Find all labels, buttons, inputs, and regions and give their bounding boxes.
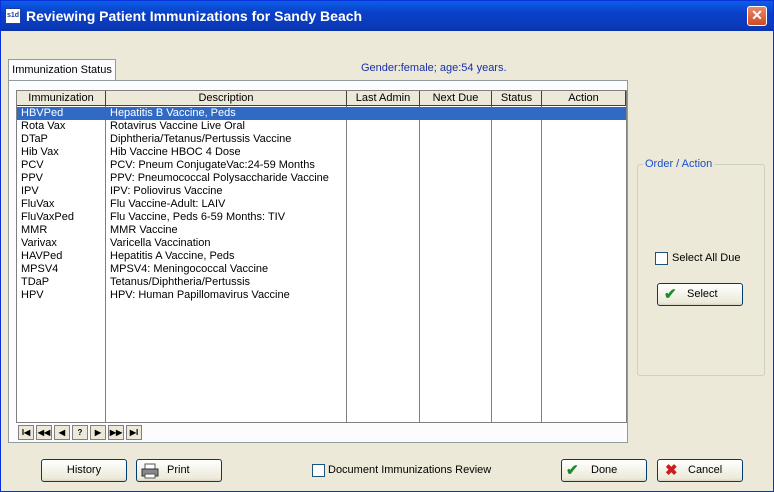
- immunization-code: Varivax: [21, 237, 57, 249]
- history-button-label: History: [66, 464, 102, 476]
- nav-prev-page-button[interactable]: ◀◀: [36, 425, 52, 440]
- immunization-code: IPV: [21, 185, 39, 197]
- table-row[interactable]: MMR MMR Vaccine: [17, 224, 626, 237]
- immunization-description: HPV: Human Papillomavirus Vaccine: [110, 289, 290, 301]
- history-button[interactable]: History: [41, 459, 127, 482]
- immunization-description: IPV: Poliovirus Vaccine: [110, 185, 223, 197]
- nav-first-button[interactable]: I◀: [18, 425, 34, 440]
- table-row[interactable]: Varivax Varicella Vaccination: [17, 237, 626, 250]
- done-button-label: Done: [591, 464, 618, 476]
- nav-next-button[interactable]: ▶: [90, 425, 106, 440]
- print-button-label: Print: [167, 464, 190, 476]
- table-row[interactable]: DTaP Diphtheria/Tetanus/Pertussis Vaccine: [17, 133, 626, 146]
- immunization-description: Flu Vaccine, Peds 6-59 Months: TIV: [110, 211, 286, 223]
- immunization-description: Tetanus/Diphtheria/Pertussis: [110, 276, 251, 288]
- order-action-group: [637, 164, 765, 376]
- cancel-button[interactable]: ✖ Cancel: [657, 459, 743, 482]
- nav-help-button[interactable]: ?: [72, 425, 88, 440]
- table-row[interactable]: TDaP Tetanus/Diphtheria/Pertussis: [17, 276, 626, 289]
- printer-icon: [141, 463, 159, 487]
- immunization-code: FluVaxPed: [21, 211, 74, 223]
- column-header-next-due[interactable]: Next Due: [420, 91, 492, 106]
- immunization-code: TDaP: [21, 276, 50, 288]
- immunization-description: Flu Vaccine-Adult: LAIV: [110, 198, 226, 210]
- immunization-code: HPV: [21, 289, 44, 301]
- immunization-description: MPSV4: Meningococcal Vaccine: [110, 263, 269, 275]
- immunization-description: PPV: Pneumococcal Polysaccharide Vaccine: [110, 172, 329, 184]
- table-row[interactable]: HPV HPV: Human Papillomavirus Vaccine: [17, 289, 626, 302]
- immunization-code: MMR: [21, 224, 48, 236]
- table-row[interactable]: IPV IPV: Poliovirus Vaccine: [17, 185, 626, 198]
- immunization-code: FluVax: [21, 198, 55, 210]
- column-header-immunization[interactable]: Immunization: [17, 91, 106, 106]
- immunization-code: Hib Vax: [21, 146, 59, 158]
- table-row[interactable]: HAVPed Hepatitis A Vaccine, Peds: [17, 250, 626, 263]
- document-review-checkbox[interactable]: [312, 464, 325, 477]
- checkmark-icon: ✔: [664, 286, 677, 303]
- close-button[interactable]: ✕: [747, 6, 767, 26]
- immunization-code: PPV: [21, 172, 44, 184]
- print-button[interactable]: Print: [136, 459, 222, 482]
- table-row[interactable]: FluVaxPed Flu Vaccine, Peds 6-59 Months: …: [17, 211, 626, 224]
- grid-navigator: I◀ ◀◀ ◀ ? ▶ ▶▶ ▶I: [16, 424, 627, 441]
- immunization-description: MMR Vaccine: [110, 224, 178, 236]
- close-icon: ✕: [751, 7, 763, 23]
- select-all-due-checkbox[interactable]: [655, 252, 668, 265]
- checkmark-icon: ✔: [566, 462, 579, 479]
- column-header-last-admin[interactable]: Last Admin: [347, 91, 420, 106]
- immunization-description: Varicella Vaccination: [110, 237, 211, 249]
- patient-info: Gender:female; age:54 years.: [361, 62, 507, 74]
- immunization-description: Hib Vaccine HBOC 4 Dose: [110, 146, 241, 158]
- select-button-label: Select: [687, 288, 718, 300]
- immunization-code: MPSV4: [21, 263, 59, 275]
- immunization-grid[interactable]: Immunization Description Last Admin Next…: [16, 90, 627, 423]
- document-review-label[interactable]: Document Immunizations Review: [328, 464, 491, 476]
- immunization-code: PCV: [21, 159, 44, 171]
- immunization-description: Diphtheria/Tetanus/Pertussis Vaccine: [110, 133, 292, 145]
- select-all-due-label[interactable]: Select All Due: [672, 252, 740, 264]
- done-button[interactable]: ✔ Done: [561, 459, 647, 482]
- nav-next-page-button[interactable]: ▶▶: [108, 425, 124, 440]
- table-row[interactable]: Hib Vax Hib Vaccine HBOC 4 Dose: [17, 146, 626, 159]
- immunization-code: Rota Vax: [21, 120, 66, 132]
- table-row[interactable]: MPSV4 MPSV4: Meningococcal Vaccine: [17, 263, 626, 276]
- immunization-description: Hepatitis B Vaccine, Peds: [110, 107, 236, 119]
- title-bar[interactable]: s1d Reviewing Patient Immunizations for …: [1, 1, 773, 31]
- window-title: Reviewing Patient Immunizations for Sand…: [26, 8, 363, 24]
- table-row[interactable]: Rota Vax Rotavirus Vaccine Live Oral: [17, 120, 626, 133]
- cancel-button-label: Cancel: [688, 464, 723, 476]
- immunization-description: Hepatitis A Vaccine, Peds: [110, 250, 235, 262]
- column-header-description[interactable]: Description: [106, 91, 347, 106]
- table-row[interactable]: PPV PPV: Pneumococcal Polysaccharide Vacc…: [17, 172, 626, 185]
- column-header-status[interactable]: Status: [492, 91, 542, 106]
- order-action-title: Order / Action: [643, 158, 715, 170]
- immunization-description: Rotavirus Vaccine Live Oral: [110, 120, 245, 132]
- select-button[interactable]: ✔ Select: [657, 283, 743, 306]
- immunization-code: DTaP: [21, 133, 48, 145]
- immunization-code: HBVPed: [21, 107, 64, 119]
- app-icon: s1d: [5, 8, 21, 24]
- x-icon: ✖: [665, 462, 678, 479]
- dialog-window: s1d Reviewing Patient Immunizations for …: [0, 0, 774, 492]
- table-row[interactable]: FluVax Flu Vaccine-Adult: LAIV: [17, 198, 626, 211]
- nav-prev-button[interactable]: ◀: [54, 425, 70, 440]
- column-header-action[interactable]: Action: [542, 91, 626, 106]
- nav-last-button[interactable]: ▶I: [126, 425, 142, 440]
- tab-immunization-status[interactable]: Immunization Status: [8, 59, 116, 81]
- table-row[interactable]: PCV PCV: Pneum ConjugateVac:24-59 Months: [17, 159, 626, 172]
- immunization-description: PCV: Pneum ConjugateVac:24-59 Months: [110, 159, 315, 171]
- table-row[interactable]: HBVPed Hepatitis B Vaccine, Peds: [17, 107, 626, 120]
- immunization-code: HAVPed: [21, 250, 63, 262]
